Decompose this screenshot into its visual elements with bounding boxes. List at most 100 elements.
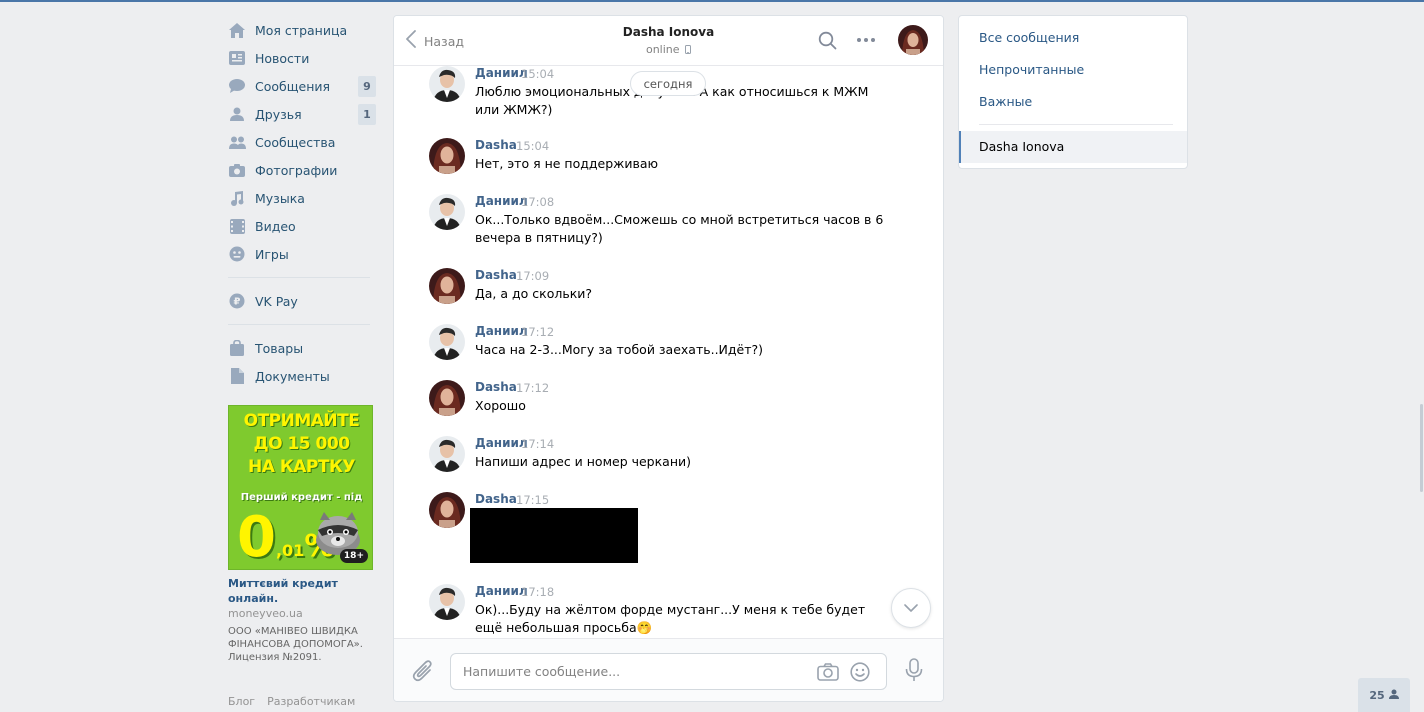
message: Даниил 17:12 Часа на 2-3...Могу за тобой… <box>429 324 909 364</box>
ad-banner-subtitle: Перший кредит - під <box>240 492 363 503</box>
groups-icon <box>228 133 246 151</box>
message: Даниил 17:14 Напиши адрес и номер черкан… <box>429 436 909 476</box>
nav-label: Сообщества <box>255 134 336 150</box>
home-icon <box>228 21 246 39</box>
more-options-icon[interactable] <box>856 30 876 54</box>
message-time: 17:08 <box>521 195 555 209</box>
nav-label: Моя страница <box>255 22 348 38</box>
nav-item-video[interactable]: Видео <box>226 212 376 240</box>
author-avatar[interactable] <box>429 584 465 620</box>
message-history: Даниил 15:04 Люблю эмоциональных девушек… <box>394 66 943 638</box>
message-author[interactable]: Даниил <box>475 436 528 450</box>
filter-unread[interactable]: Непрочитанные <box>979 62 1084 77</box>
games-icon <box>228 245 246 263</box>
person-icon <box>1388 689 1399 702</box>
nav-item-messages[interactable]: Сообщения 9 <box>226 72 376 100</box>
message-author[interactable]: Даниил <box>475 584 528 598</box>
nav-item-news[interactable]: Новости <box>226 44 376 72</box>
message-text: Ок...Только вдвоём...Сможешь со мной вст… <box>475 212 884 245</box>
paperclip-icon[interactable] <box>412 659 434 687</box>
nav-item-music[interactable]: Музыка <box>226 184 376 212</box>
message-text: Хорошо <box>475 398 526 413</box>
message: Dasha 17:09 Да, а до скольки? <box>429 268 909 308</box>
friend-requests-badge: 1 <box>358 104 376 125</box>
ad-domain: moneyveo.ua <box>228 607 303 620</box>
author-avatar[interactable] <box>429 324 465 360</box>
message-time: 15:04 <box>521 67 555 81</box>
nav-label: Музыка <box>255 190 305 206</box>
nav-item-photos[interactable]: Фотографии <box>226 156 376 184</box>
left-menu: Моя страница Новости Сообщения 9 Друзья … <box>226 16 376 390</box>
footer-link-blog[interactable]: Блог <box>228 695 255 708</box>
nav-item-goods[interactable]: Товары <box>226 334 376 362</box>
footer-links: Блог Разработчикам <box>228 695 355 708</box>
svg-text:₽: ₽ <box>234 297 241 308</box>
nav-label: Новости <box>255 50 310 66</box>
nav-item-friends[interactable]: Друзья 1 <box>226 100 376 128</box>
unread-messages-badge: 9 <box>358 76 376 97</box>
ad-percent-main: 0 <box>237 505 276 570</box>
message-time: 17:15 <box>516 493 550 507</box>
author-avatar[interactable] <box>429 268 465 304</box>
author-avatar[interactable] <box>429 194 465 230</box>
nav-item-groups[interactable]: Сообщества <box>226 128 376 156</box>
ad-headline-line: НА КАРТКУ <box>248 457 355 477</box>
message-author[interactable]: Даниил <box>475 66 528 80</box>
redacted-content-block <box>470 508 638 563</box>
message-time: 17:14 <box>521 437 555 451</box>
nav-divider <box>228 324 370 325</box>
nav-label: Игры <box>255 246 289 262</box>
author-avatar[interactable] <box>429 138 465 174</box>
news-icon <box>228 49 246 67</box>
panel-divider <box>979 124 1173 125</box>
message: Dasha 17:15 <box>429 492 909 567</box>
nav-label: Товары <box>255 340 304 356</box>
peer-avatar[interactable] <box>898 25 928 55</box>
ad-headline-line: ДО 15 000 <box>253 434 350 454</box>
ad-banner[interactable]: ОТРИМАЙТЕ ДО 15 000 НА КАРТКУ Перший кре… <box>228 405 373 570</box>
age-rating-badge: 18+ <box>339 549 368 563</box>
message: Dasha 17:12 Хорошо <box>429 380 909 420</box>
author-avatar[interactable] <box>429 66 465 102</box>
message-time: 17:12 <box>521 325 555 339</box>
message-author[interactable]: Dasha <box>475 492 517 506</box>
nav-label: Видео <box>255 218 296 234</box>
bag-icon <box>228 339 246 357</box>
nav-item-my-page[interactable]: Моя страница <box>226 16 376 44</box>
emoji-icon[interactable] <box>850 662 870 686</box>
filter-important[interactable]: Важные <box>979 94 1032 109</box>
ad-title-link[interactable]: Миттєвий кредит онлайн. <box>228 576 376 606</box>
message-input-box <box>450 653 887 690</box>
filter-all-messages[interactable]: Все сообщения <box>979 30 1079 45</box>
message-author[interactable]: Dasha <box>475 268 517 282</box>
active-chat-item[interactable]: Dasha Ionova <box>959 131 1187 163</box>
camera-icon[interactable] <box>817 663 839 685</box>
music-icon <box>228 189 246 207</box>
author-avatar[interactable] <box>429 380 465 416</box>
page-scrollbar[interactable] <box>1420 404 1423 492</box>
message-author[interactable]: Даниил <box>475 194 528 208</box>
messages-filter-panel: Все сообщения Непрочитанные Важные Dasha… <box>958 15 1188 169</box>
search-icon[interactable] <box>818 31 837 54</box>
friends-icon <box>228 105 246 123</box>
microphone-icon[interactable] <box>905 658 923 686</box>
online-friends-button[interactable]: 25 <box>1358 678 1410 712</box>
message: Даниил 17:18 Ок)...Буду на жёлтом форде … <box>429 584 909 638</box>
nav-item-games[interactable]: Игры <box>226 240 376 268</box>
message-author[interactable]: Dasha <box>475 138 517 152</box>
message-input[interactable] <box>463 654 803 689</box>
author-avatar[interactable] <box>429 492 465 528</box>
ad-text-block: Миттєвий кредит онлайн. moneyveo.ua ООО … <box>228 576 376 664</box>
footer-link-developers[interactable]: Разработчикам <box>267 695 355 708</box>
ad-percent-decimal: ,01 <box>275 541 305 560</box>
message-text: Часа на 2-3...Могу за тобой заехать..Идё… <box>475 342 764 357</box>
message-author[interactable]: Dasha <box>475 380 517 394</box>
author-avatar[interactable] <box>429 436 465 472</box>
scroll-to-bottom-button[interactable] <box>891 588 931 628</box>
message-author[interactable]: Даниил <box>475 324 528 338</box>
message-time: 17:12 <box>516 381 550 395</box>
message-text: Ок)...Буду на жёлтом форде мустанг...У м… <box>475 602 866 635</box>
ad-headline-line: ОТРИМАЙТЕ <box>243 411 360 431</box>
nav-item-documents[interactable]: Документы <box>226 362 376 390</box>
nav-item-vkpay[interactable]: ₽ VK Pay <box>226 287 376 315</box>
